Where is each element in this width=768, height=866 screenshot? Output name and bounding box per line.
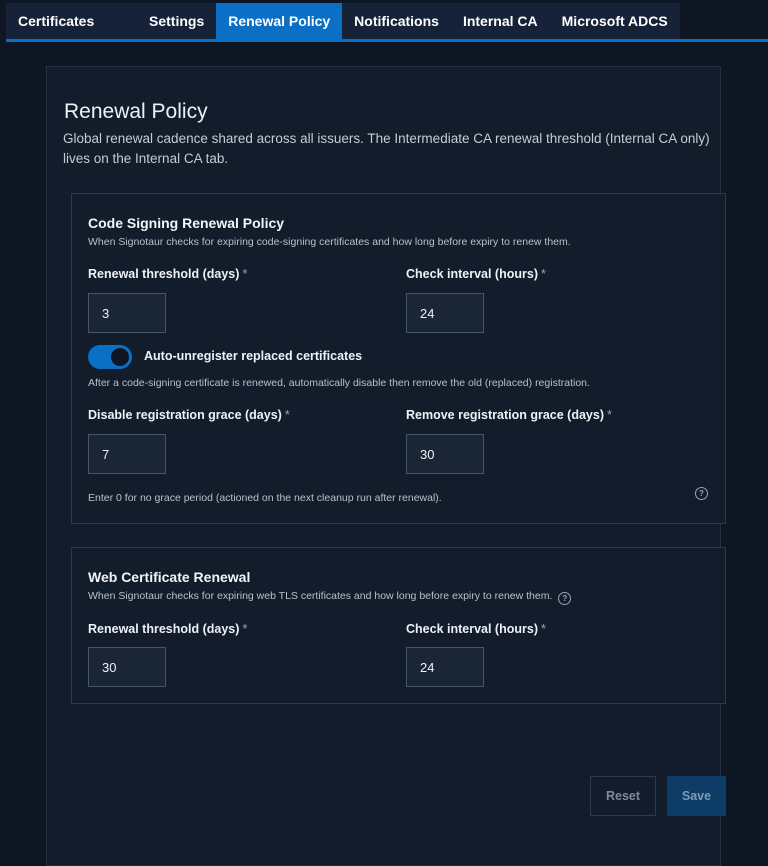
tab-renewal-policy[interactable]: Renewal Policy <box>216 3 343 39</box>
web-renewal-threshold-label: Renewal threshold (days) * <box>88 622 248 636</box>
page-title: Renewal Policy <box>64 100 208 123</box>
tab-notifications[interactable]: Notifications <box>342 3 451 39</box>
web-check-interval-input[interactable] <box>406 647 484 687</box>
web-check-interval-label: Check interval (hours) * <box>406 622 546 636</box>
tab-bar: Certificates Settings Renewal Policy Not… <box>0 0 768 42</box>
code-signing-card: Code Signing Renewal Policy When Signota… <box>71 193 726 524</box>
toggle-knob <box>111 348 129 366</box>
page-description: Global renewal cadence shared across all… <box>63 131 710 166</box>
web-cert-title: Web Certificate Renewal <box>88 569 251 585</box>
grace-help: Enter 0 for no grace period (actioned on… <box>88 492 442 504</box>
auto-unregister-toggle[interactable] <box>88 345 132 369</box>
web-cert-help-icon[interactable]: ? <box>558 592 572 605</box>
required-marker: * <box>284 408 290 422</box>
web-cert-description: When Signotaur checks for expiring web T… <box>88 590 572 605</box>
remove-grace-input[interactable] <box>406 434 484 474</box>
cs-renewal-threshold-label: Renewal threshold (days) * <box>88 267 248 281</box>
disable-grace-input[interactable] <box>88 434 166 474</box>
tab-settings[interactable]: Settings <box>137 3 217 39</box>
cs-check-interval-label: Check interval (hours) * <box>406 267 546 281</box>
web-cert-card: Web Certificate Renewal When Signotaur c… <box>71 547 726 704</box>
cs-check-interval-input[interactable] <box>406 293 484 333</box>
auto-unregister-help: After a code-signing certificate is rene… <box>88 377 590 389</box>
save-button[interactable]: Save <box>667 776 726 816</box>
web-renewal-threshold-input[interactable] <box>88 647 166 687</box>
disable-grace-label: Disable registration grace (days) * <box>88 408 290 422</box>
required-marker: * <box>242 622 248 636</box>
grace-help-icon[interactable]: ? <box>695 487 708 500</box>
code-signing-description: When Signotaur checks for expiring code-… <box>88 236 571 248</box>
tab-certificates[interactable]: Certificates <box>6 3 137 39</box>
required-marker: * <box>607 408 612 422</box>
reset-button[interactable]: Reset <box>590 776 656 816</box>
cs-renewal-threshold-input[interactable] <box>88 293 166 333</box>
tab-internal-ca[interactable]: Internal CA <box>450 3 550 39</box>
required-marker: * <box>540 267 546 281</box>
required-marker: * <box>242 267 248 281</box>
renewal-policy-panel: Renewal Policy Global renewal cadence sh… <box>46 66 726 866</box>
tab-microsoft-adcs[interactable]: Microsoft ADCS <box>549 3 680 39</box>
auto-unregister-label: Auto-unregister replaced certificates <box>144 349 363 363</box>
code-signing-title: Code Signing Renewal Policy <box>88 215 285 231</box>
tab-underline <box>6 39 768 42</box>
required-marker: * <box>540 622 546 636</box>
tab-list: Settings Renewal Policy Notifications In… <box>137 3 680 39</box>
remove-grace-label: Remove registration grace (days) * <box>406 408 612 422</box>
